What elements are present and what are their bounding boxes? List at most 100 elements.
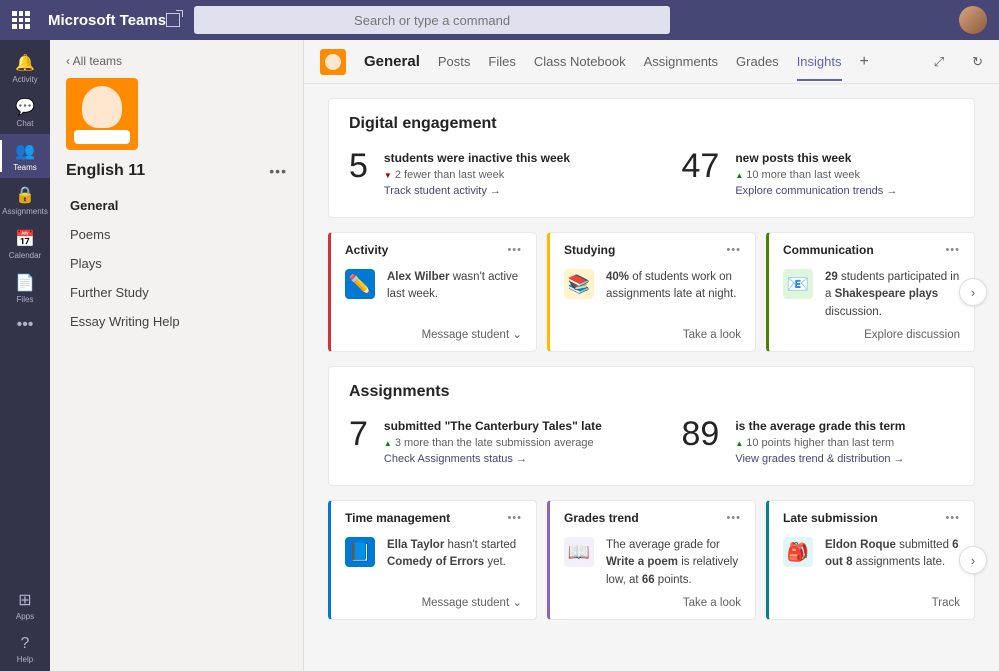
search-input[interactable] <box>194 6 670 34</box>
tab-grades[interactable]: Grades <box>736 42 779 81</box>
metric-link[interactable]: Track student activity <box>384 185 570 197</box>
metric: 89 is the average grade this term 10 point… <box>682 417 955 465</box>
card-more-icon[interactable]: ••• <box>507 512 522 524</box>
metric-link[interactable]: Explore communication trends <box>735 185 897 197</box>
insight-card-time-management: Time management•••📘Ella Taylor hasn't st… <box>328 500 537 620</box>
tab-files[interactable]: Files <box>488 42 515 81</box>
team-sidebar: ‹ All teams English 11 ••• GeneralPoemsP… <box>50 40 304 671</box>
insight-cards-row-1: Activity•••✏️Alex Wilber wasn't active l… <box>328 232 975 352</box>
tab-insights[interactable]: Insights <box>797 42 842 81</box>
channel-name: General <box>364 53 420 70</box>
card-title: Late submission <box>783 511 878 525</box>
waffle-icon[interactable] <box>12 11 30 29</box>
metric: 7submitted "The Canterbury Tales" late3 … <box>349 417 622 465</box>
card-title: Communication <box>783 243 874 257</box>
user-avatar[interactable] <box>959 6 987 34</box>
card-action[interactable]: Take a look <box>564 597 741 609</box>
assignments-card: Assignments 7submitted "The Canterbury T… <box>328 366 975 486</box>
team-avatar[interactable] <box>66 78 138 150</box>
metric-delta: 10 points higher than last term <box>735 437 905 449</box>
apps-icon: ⊞ <box>18 590 31 610</box>
metric-link[interactable]: Check Assignments status <box>384 453 602 465</box>
card-text: Alex Wilber wasn't active last week. <box>387 269 522 319</box>
metric-label: students were inactive this week <box>384 151 570 165</box>
rail-calendar[interactable]: 📅Calendar <box>0 222 50 266</box>
insight-cards-row-2: Time management•••📘Ella Taylor hasn't st… <box>328 500 975 620</box>
card-more-icon[interactable]: ••• <box>507 244 522 256</box>
metric-link[interactable]: View grades trend & distribution <box>735 453 905 465</box>
insight-card-studying: Studying ••• 📚 40% of students work on assi… <box>547 232 756 352</box>
help-icon: ? <box>21 635 30 653</box>
card-action[interactable]: Message student <box>345 327 522 341</box>
team-name: English 11 <box>66 162 145 180</box>
tab-bar: General Posts Files Class Notebook Assignme… <box>304 40 999 84</box>
insight-card-grades-trend: Grades trend•••📖The average grade for Wr… <box>547 500 756 620</box>
card-icon: 📚 <box>564 269 594 299</box>
digital-engagement-title: Digital engagement <box>349 115 954 133</box>
digital-engagement-card: Digital engagement 5 students were inacti… <box>328 98 975 218</box>
tab-posts[interactable]: Posts <box>438 42 471 81</box>
card-more-icon[interactable]: ••• <box>945 512 960 524</box>
card-action[interactable]: Take a look <box>564 329 741 341</box>
metric-delta: 2 fewer than last week <box>384 169 570 181</box>
add-tab-icon[interactable]: + <box>860 53 869 71</box>
rail-files[interactable]: 📄Files <box>0 266 50 310</box>
card-action[interactable]: Message student <box>345 595 522 609</box>
rail-help[interactable]: ?Help <box>0 627 50 671</box>
rail-assignments[interactable]: 🔒Assignments <box>0 178 50 222</box>
rail-apps[interactable]: ⊞Apps <box>0 583 50 627</box>
app-title: Microsoft Teams <box>48 12 166 29</box>
channel-icon <box>320 49 346 75</box>
card-text: The average grade for Write a poem is re… <box>606 537 741 589</box>
metric: 5 students were inactive this week 2 fewer… <box>349 149 622 197</box>
assignments-title: Assignments <box>349 383 954 401</box>
card-title: Time management <box>345 511 450 525</box>
card-more-icon[interactable]: ••• <box>726 244 741 256</box>
expand-icon[interactable]: ⤢ <box>934 54 944 70</box>
card-icon: 📘 <box>345 537 375 567</box>
card-more-icon[interactable]: ••• <box>945 244 960 256</box>
tab-assignments[interactable]: Assignments <box>644 42 718 81</box>
scroll-next-icon[interactable]: › <box>959 546 987 574</box>
metric-delta: 10 more than last week <box>735 169 897 181</box>
metric-number: 5 <box>349 149 368 197</box>
channel-essay-writing-help[interactable]: Essay Writing Help <box>66 308 287 335</box>
card-action[interactable]: Track <box>783 597 960 609</box>
channel-general[interactable]: General <box>66 192 287 219</box>
card-action[interactable]: Explore discussion <box>783 329 960 341</box>
teams-icon: 👥 <box>15 141 35 161</box>
files-icon: 📄 <box>15 273 35 293</box>
calendar-icon: 📅 <box>15 229 35 249</box>
channel-plays[interactable]: Plays <box>66 250 287 277</box>
metric-label: new posts this week <box>735 151 897 165</box>
channel-further-study[interactable]: Further Study <box>66 279 287 306</box>
rail-chat[interactable]: 💬Chat <box>0 90 50 134</box>
insight-card-communication: Communication ••• 📧 29 students participate… <box>766 232 975 352</box>
metric: 47 new posts this week 10 more than last w… <box>682 149 955 197</box>
card-text: 40% of students work on assignments late… <box>606 269 741 321</box>
popout-icon[interactable] <box>166 13 180 27</box>
activity-icon: 🔔 <box>15 53 35 73</box>
card-text: 29 students participated in a Shakespear… <box>825 269 960 321</box>
card-text: Eldon Roque submitted 6 out 8 assignment… <box>825 537 960 589</box>
card-title: Studying <box>564 243 615 257</box>
tab-class-notebook[interactable]: Class Notebook <box>534 42 626 81</box>
insight-card-late-submission: Late submission•••🎒Eldon Roque submitted… <box>766 500 975 620</box>
rail-more-icon[interactable]: ••• <box>17 316 34 334</box>
metric-label: is the average grade this term <box>735 419 905 433</box>
search-wrap <box>194 6 670 34</box>
refresh-icon[interactable]: ↻ <box>972 54 983 70</box>
back-all-teams[interactable]: ‹ All teams <box>66 54 287 68</box>
scroll-next-icon[interactable]: › <box>959 278 987 306</box>
topbar: Microsoft Teams <box>0 0 999 40</box>
rail-activity[interactable]: 🔔Activity <box>0 46 50 90</box>
metric-number: 89 <box>682 417 720 465</box>
chat-icon: 💬 <box>15 97 35 117</box>
card-more-icon[interactable]: ••• <box>726 512 741 524</box>
metric-number: 47 <box>682 149 720 197</box>
card-icon: ✏️ <box>345 269 375 299</box>
card-icon: 📧 <box>783 269 813 299</box>
channel-poems[interactable]: Poems <box>66 221 287 248</box>
rail-teams[interactable]: 👥Teams <box>0 134 50 178</box>
team-more-icon[interactable]: ••• <box>269 163 287 179</box>
